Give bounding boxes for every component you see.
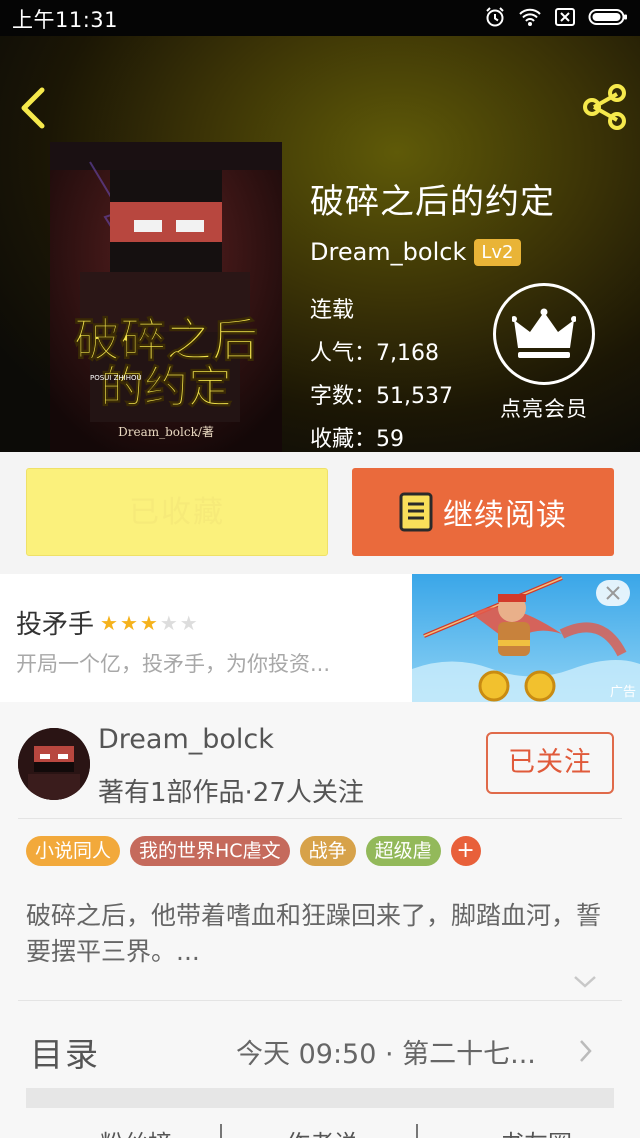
- follow-button[interactable]: 已关注: [486, 732, 614, 794]
- tab-fans[interactable]: 粉丝榜: [100, 1124, 172, 1138]
- cover-pinyin: POSUI ZHIHOU: [90, 374, 142, 382]
- book-cover[interactable]: 破碎之后 的约定 POSUI ZHIHOU Dream_bolck/著: [50, 142, 282, 452]
- book-author-row[interactable]: Dream_bolck Lv2: [310, 238, 521, 266]
- back-arrow-icon[interactable]: [14, 86, 54, 130]
- member-circle: [493, 283, 595, 385]
- add-tag-button[interactable]: +: [450, 836, 481, 866]
- book-icon: [399, 492, 433, 532]
- tag-list: 小说同人 我的世界HC虐文 战争 超级虐 +: [26, 836, 481, 866]
- tab-separator: [416, 1124, 418, 1138]
- tab-reader-circle[interactable]: 书友圈: [500, 1124, 572, 1138]
- ad-close-button[interactable]: [596, 580, 630, 606]
- book-popularity: 人气：7,168: [310, 341, 439, 366]
- continue-reading-label: 继续阅读: [443, 498, 567, 533]
- tag-chip[interactable]: 战争: [299, 836, 356, 866]
- book-header: 破碎之后 的约定 POSUI ZHIHOU Dream_bolck/著 破碎之后…: [0, 36, 640, 452]
- book-title: 破碎之后的约定: [310, 182, 555, 222]
- status-bar: 上午11:31: [0, 0, 640, 36]
- table-of-contents-row[interactable]: 目录 今天 09:50 · 第二十七...: [0, 1008, 640, 1088]
- status-time: 上午11:31: [12, 8, 119, 32]
- alarm-icon: [486, 7, 504, 27]
- star-filled-icon: ★: [100, 610, 120, 635]
- wifi-icon: [519, 8, 541, 26]
- ad-description: 开局一个亿，投矛手，为你投资...: [16, 652, 331, 676]
- ad-banner[interactable]: 投矛手 ★★★★★ 开局一个亿，投矛手，为你投资... 广告: [0, 574, 640, 702]
- status-icons: [484, 6, 628, 28]
- ad-rating: ★★★★★: [100, 611, 200, 635]
- author-avatar[interactable]: [18, 728, 90, 800]
- star-empty-icon: ★: [179, 610, 200, 635]
- cover-author: Dream_bolck/著: [118, 425, 214, 439]
- divider: [18, 1000, 622, 1001]
- cover-title-line2: 的约定: [100, 362, 232, 413]
- ad-tag: 广告: [609, 685, 636, 700]
- app-root: 上午11:31 破碎之后 的约定 POSUI ZHIHOU Dream_bolc…: [0, 0, 640, 1138]
- collected-button[interactable]: 已收藏: [26, 468, 328, 556]
- level-badge: Lv2: [474, 238, 521, 266]
- tag-chip[interactable]: 我的世界HC虐文: [130, 836, 290, 866]
- bottom-tabs: 粉丝榜 作者说 书友圈: [0, 1122, 640, 1138]
- book-author[interactable]: Dream_bolck: [310, 238, 466, 266]
- book-word-count: 字数：51,537: [310, 384, 453, 409]
- author-name[interactable]: Dream_bolck: [98, 724, 274, 755]
- chevron-down-icon[interactable]: [572, 974, 598, 990]
- chevron-right-icon: [580, 1040, 592, 1062]
- book-status: 连载: [310, 298, 355, 323]
- action-bar: 已收藏 继续阅读: [0, 452, 640, 574]
- section-separator: [26, 1088, 614, 1108]
- star-filled-icon: ★: [139, 610, 160, 635]
- author-subtitle: 著有1部作品·27人关注: [98, 778, 364, 808]
- tab-author-says[interactable]: 作者说: [286, 1124, 358, 1138]
- book-favorites: 收藏：59: [310, 427, 404, 452]
- member-button[interactable]: 点亮会员: [493, 283, 595, 423]
- star-empty-icon: ★: [159, 610, 180, 635]
- cover-title-line1: 破碎之后: [74, 313, 259, 368]
- tab-separator: [220, 1124, 222, 1138]
- ad-title-row: 投矛手 ★★★★★: [16, 604, 200, 641]
- star-filled-icon: ★: [119, 610, 140, 635]
- divider: [18, 818, 622, 819]
- member-label: 点亮会员: [500, 397, 588, 421]
- share-icon[interactable]: [580, 82, 630, 132]
- svg-text:破碎之后: 破碎之后: [74, 313, 258, 367]
- toc-latest-chapter: 今天 09:50 · 第二十七...: [236, 1039, 536, 1070]
- tag-chip[interactable]: 小说同人: [26, 836, 121, 866]
- battery-icon: [588, 9, 627, 25]
- cover-art: 破碎之后 的约定 POSUI ZHIHOU Dream_bolck/著: [50, 142, 282, 452]
- ad-image[interactable]: 广告: [412, 574, 640, 702]
- crown-icon: [512, 308, 576, 358]
- book-description[interactable]: 破碎之后，他带着嗜血和狂躁回来了，脚踏血河，誓要摆平三界。...: [26, 898, 620, 970]
- ad-title: 投矛手: [16, 610, 95, 640]
- tag-chip[interactable]: 超级虐: [365, 836, 441, 866]
- toc-title: 目录: [30, 1035, 100, 1074]
- close-icon: [606, 586, 620, 600]
- no-sim-icon: [555, 8, 575, 26]
- continue-reading-button[interactable]: 继续阅读: [352, 468, 614, 556]
- author-card: Dream_bolck 著有1部作品·27人关注 已关注 小说同人 我的世界HC…: [0, 702, 640, 1138]
- avatar-image: [18, 728, 90, 800]
